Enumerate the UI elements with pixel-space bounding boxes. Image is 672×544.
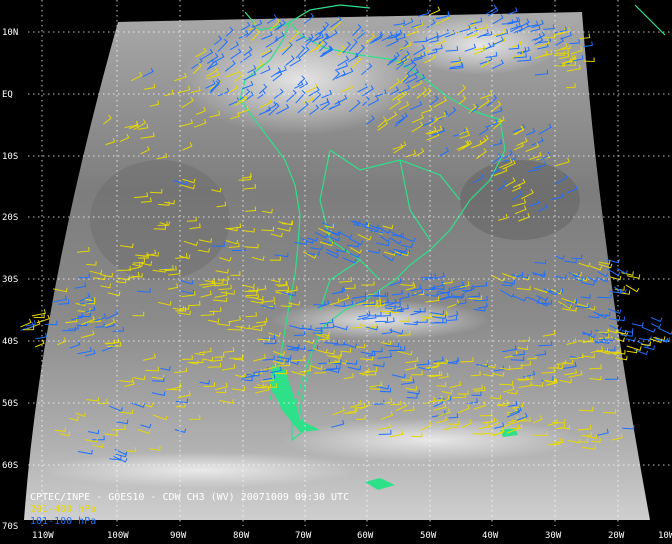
wind-barb: [643, 345, 655, 351]
longitude-label: 60W: [357, 531, 374, 541]
wind-barb: [625, 336, 636, 342]
wind-barb: [650, 316, 663, 323]
wind-barb: [417, 9, 430, 17]
wind-barb: [31, 309, 46, 317]
longitude-label: 90W: [170, 531, 187, 541]
wind-barb: [428, 6, 441, 16]
wind-barb: [637, 340, 651, 348]
latitude-label: 40S: [2, 337, 18, 347]
longitude-label: 100W: [107, 531, 129, 541]
longitude-label: 30W: [545, 531, 562, 541]
latitude-label: 50S: [2, 399, 18, 409]
wind-barb: [626, 348, 638, 354]
wind-barb: [621, 328, 634, 333]
wind-barb: [650, 323, 662, 329]
longitude-label: 110W: [32, 531, 54, 541]
africa-coast: [634, 4, 666, 36]
wind-barb: [626, 345, 642, 351]
latitude-labels: 10N EQ 10S 20S 30S 40S 50S 60S 70S: [2, 28, 18, 532]
latitude-label: 10N: [2, 28, 18, 38]
longitude-label: 80W: [233, 531, 250, 541]
latitude-label: EQ: [2, 90, 13, 100]
longitude-label: 70W: [295, 531, 312, 541]
longitude-label: 20W: [608, 531, 625, 541]
wind-barb: [35, 332, 47, 340]
longitude-label: 50W: [420, 531, 437, 541]
latitude-label: 30S: [2, 275, 18, 285]
latitude-label: 20S: [2, 213, 18, 223]
longitude-label: 10W: [658, 531, 672, 541]
wind-barb: [631, 322, 644, 327]
wind-barb: [641, 326, 656, 333]
map-title: CPTEC/INPE - GOES10 - CDW CH3 (WV) 20071…: [30, 492, 349, 503]
wind-barb: [658, 327, 672, 335]
legend-high-level: 201-400 hPa: [30, 504, 96, 515]
legend-upper-level: 101-100 hPa: [30, 516, 96, 527]
wind-barb: [625, 284, 640, 293]
longitude-label: 40W: [482, 531, 499, 541]
wind-barb: [507, 7, 518, 15]
latitude-label: 10S: [2, 152, 18, 162]
wind-barb: [583, 41, 593, 48]
wind-barb: [638, 336, 652, 341]
latitude-label: 70S: [2, 522, 18, 532]
latitude-label: 60S: [2, 461, 18, 471]
map-canvas: 10N EQ 10S 20S 30S 40S 50S 60S 70S 110W 100W 90W 80…: [2, 0, 672, 541]
longitude-labels: 110W 100W 90W 80W 70W 60W 50W 40W 30W 20W 10W: [32, 531, 672, 541]
satellite-wind-map: 10N EQ 10S 20S 30S 40S 50S 60S 70S 110W 100W 90W 80…: [0, 0, 672, 544]
